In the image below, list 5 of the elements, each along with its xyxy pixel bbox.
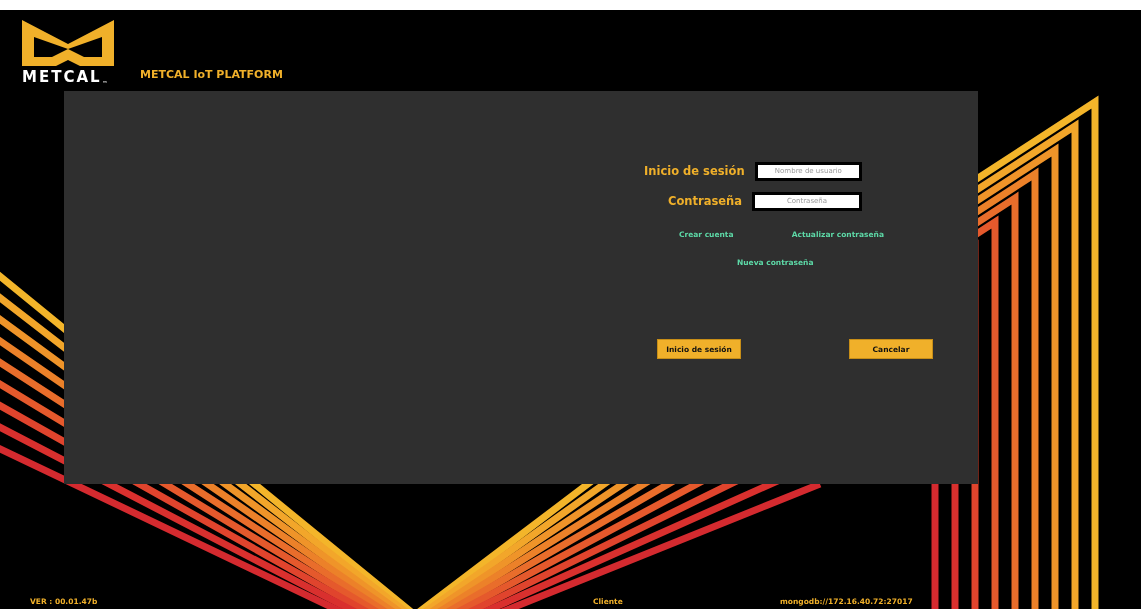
field-label: Contraseña	[667, 194, 742, 208]
field-label: Inicio de sesión	[644, 164, 745, 178]
logo-icon	[22, 20, 114, 66]
platform-title: METCAL IoT PLATFORM	[140, 68, 283, 81]
logo-text: METCAL	[22, 68, 102, 86]
